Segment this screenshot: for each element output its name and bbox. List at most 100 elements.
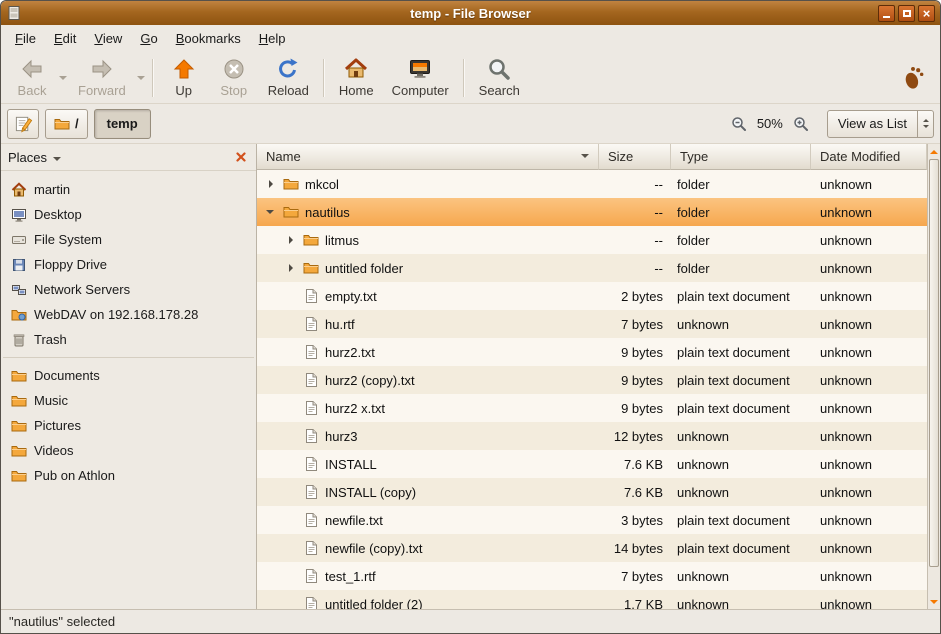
table-row[interactable]: INSTALL7.6 KBunknownunknown [257, 450, 927, 478]
sidebar-item-label: Desktop [34, 207, 82, 222]
sidebar-item-file-system[interactable]: File System [1, 227, 256, 252]
table-row[interactable]: empty.txt2 bytesplain text documentunkno… [257, 282, 927, 310]
column-header-name[interactable]: Name [257, 144, 599, 170]
sidebar-item-documents[interactable]: Documents [1, 363, 256, 388]
home-button[interactable]: Home [330, 54, 383, 102]
menu-bookmarks[interactable]: Bookmarks [167, 27, 250, 50]
sidebar-item-martin[interactable]: martin [1, 177, 256, 202]
file-date: unknown [811, 478, 927, 506]
forward-arrow-icon [90, 57, 114, 81]
file-name: INSTALL (copy) [325, 485, 416, 500]
sidebar-item-videos[interactable]: Videos [1, 438, 256, 463]
minimize-button[interactable] [878, 5, 895, 22]
network-icon [11, 282, 27, 298]
table-row[interactable]: hurz2.txt9 bytesplain text documentunkno… [257, 338, 927, 366]
floppy-icon [11, 257, 27, 273]
edit-location-button[interactable] [7, 109, 39, 139]
table-row[interactable]: hurz2 x.txt9 bytesplain text documentunk… [257, 394, 927, 422]
table-row[interactable]: nautilus--folderunknown [257, 198, 927, 226]
filelist-header: NameSize Type Date Modified [257, 144, 927, 170]
table-row[interactable]: test_1.rtf7 bytesunknownunknown [257, 562, 927, 590]
back-button: Back [7, 54, 57, 102]
column-header-date-modified[interactable]: Date Modified [811, 144, 927, 170]
table-row[interactable]: mkcol--folderunknown [257, 170, 927, 198]
file-size: 3 bytes [599, 506, 671, 534]
sidebar-item-label: Network Servers [34, 282, 130, 297]
reload-icon [276, 57, 300, 81]
scroll-down-button[interactable] [929, 595, 939, 608]
close-icon [236, 152, 246, 162]
path-button-temp[interactable]: temp [94, 109, 151, 139]
root-path-button[interactable]: / [45, 109, 88, 139]
sidebar-item-label: Documents [34, 368, 100, 383]
search-button[interactable]: Search [470, 54, 529, 102]
file-icon [303, 512, 319, 528]
computer-button[interactable]: Computer [383, 54, 458, 102]
menu-edit[interactable]: Edit [45, 27, 85, 50]
file-type: plain text document [671, 394, 811, 422]
sidebar-item-webdav-on-192-168-178-28[interactable]: WebDAV on 192.168.178.28 [1, 302, 256, 327]
view-mode-select[interactable]: View as List [827, 110, 934, 138]
titlebar[interactable]: temp - File Browser × [1, 1, 940, 25]
expander-closed-icon[interactable] [283, 236, 297, 244]
zoom-in-button[interactable] [791, 114, 811, 134]
expander-closed-icon[interactable] [263, 180, 277, 188]
share-icon [11, 307, 27, 323]
menu-view[interactable]: View [85, 27, 131, 50]
view-mode-stepper[interactable] [917, 111, 933, 137]
file-size: -- [599, 226, 671, 254]
file-name: untitled folder (2) [325, 597, 423, 610]
zoom-out-button[interactable] [729, 114, 749, 134]
sidebar-item-desktop[interactable]: Desktop [1, 202, 256, 227]
file-date: unknown [811, 394, 927, 422]
column-header-size[interactable]: Size [599, 144, 671, 170]
expander-closed-icon[interactable] [283, 264, 297, 272]
sidebar-item-network-servers[interactable]: Network Servers [1, 277, 256, 302]
vertical-scrollbar[interactable] [927, 144, 940, 609]
sidebar-item-pub-on-athlon[interactable]: Pub on Athlon [1, 463, 256, 488]
scrollbar-thumb[interactable] [929, 159, 939, 567]
table-row[interactable]: newfile.txt3 bytesplain text documentunk… [257, 506, 927, 534]
reload-button[interactable]: Reload [259, 54, 318, 102]
table-row[interactable]: hurz312 bytesunknownunknown [257, 422, 927, 450]
file-type: folder [671, 254, 811, 282]
up-button[interactable]: Up [159, 54, 209, 102]
table-row[interactable]: untitled folder (2)1.7 KBunknownunknown [257, 590, 927, 609]
table-row[interactable]: untitled folder--folderunknown [257, 254, 927, 282]
maximize-button[interactable] [898, 5, 915, 22]
file-date: unknown [811, 450, 927, 478]
file-type: folder [671, 170, 811, 198]
file-size: -- [599, 198, 671, 226]
table-row[interactable]: hurz2 (copy).txt9 bytesplain text docume… [257, 366, 927, 394]
table-row[interactable]: newfile (copy).txt14 bytesplain text doc… [257, 534, 927, 562]
maximize-icon [903, 10, 911, 17]
column-header-label: Type [680, 149, 708, 164]
close-button[interactable]: × [918, 5, 935, 22]
expander-open-icon[interactable] [263, 206, 277, 218]
table-row[interactable]: hu.rtf7 bytesunknownunknown [257, 310, 927, 338]
menu-go[interactable]: Go [131, 27, 166, 50]
sidebar-item-label: WebDAV on 192.168.178.28 [34, 307, 198, 322]
menu-file[interactable]: File [6, 27, 45, 50]
file-date: unknown [811, 562, 927, 590]
sidebar-close-button[interactable] [233, 149, 249, 165]
file-list-area: NameSize Type Date Modified mkcol--folderu… [257, 144, 927, 609]
sidebar-item-trash[interactable]: Trash [1, 327, 256, 352]
sidebar-item-pictures[interactable]: Pictures [1, 413, 256, 438]
file-date: unknown [811, 310, 927, 338]
sidebar-item-floppy-drive[interactable]: Floppy Drive [1, 252, 256, 277]
search-icon [487, 57, 511, 81]
table-row[interactable]: INSTALL (copy)7.6 KBunknownunknown [257, 478, 927, 506]
column-header-type[interactable]: Type [671, 144, 811, 170]
toolbar-button-label: Search [479, 83, 520, 98]
zoom-out-icon [731, 116, 747, 132]
places-selector[interactable]: Places [8, 150, 47, 165]
zoom-level: 50% [757, 116, 783, 131]
table-row[interactable]: litmus--folderunknown [257, 226, 927, 254]
menu-help[interactable]: Help [250, 27, 295, 50]
file-date: unknown [811, 254, 927, 282]
sidebar-item-music[interactable]: Music [1, 388, 256, 413]
file-name: hu.rtf [325, 317, 355, 332]
scroll-up-button[interactable] [929, 145, 939, 158]
chevron-up-icon [923, 116, 929, 122]
